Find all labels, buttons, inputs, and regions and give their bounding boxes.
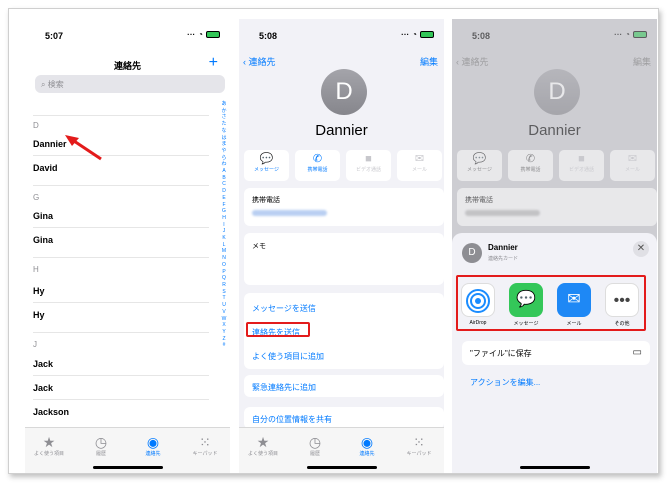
screenshot-frame: 5:07 ··· ◔ 連絡先 + ⌕ 検索 D Dannier David G G…	[8, 8, 659, 474]
annotation-arrow	[65, 135, 102, 161]
